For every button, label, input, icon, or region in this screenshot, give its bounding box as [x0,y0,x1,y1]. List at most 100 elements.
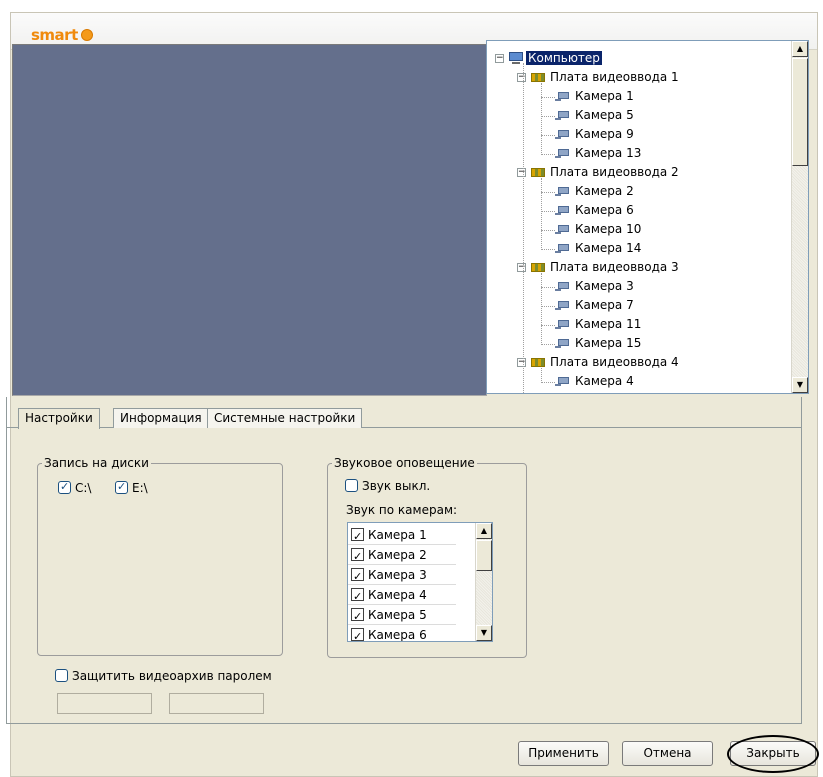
tree-node-label: Камера 9 [575,127,634,141]
camera-icon [555,225,570,234]
camera-icon [555,149,570,158]
tree-node-label: Камера 4 [575,374,634,388]
tree-connector [541,192,555,193]
tree-collapse-icon[interactable]: − [495,54,504,63]
tree-node-label: Плата видеоввода 2 [550,165,679,179]
camera-sound-item[interactable]: Камера 3 [351,565,427,587]
video-board-icon [531,263,545,272]
per-camera-label: Звук по камерам: [346,503,458,517]
tree-node-label: Камера 5 [575,108,634,122]
app-logo: smart [31,26,93,44]
tree-node-label: Камера 15 [575,336,642,350]
tree-node-camera[interactable]: Камера 3 [555,277,636,296]
camera-icon [555,320,570,329]
tree-connector [541,116,555,117]
device-tree[interactable]: − Компьютер − Плата видеоввода 1 Камера 1 Кам… [486,40,809,394]
checkbox-icon[interactable] [345,479,358,492]
tree-node-camera[interactable]: Камера 4 [555,372,636,391]
checkbox-icon[interactable] [351,527,364,547]
checkbox-icon[interactable] [351,547,364,567]
checkbox-icon[interactable] [58,479,71,495]
tree-node-camera[interactable]: Камера 11 [555,315,643,334]
highlight-ellipse [727,735,819,773]
checkbox-icon[interactable] [351,607,364,627]
tree-node-label: Камера 13 [575,146,642,160]
tree-node-board[interactable]: Плата видеоввода 1 [531,68,681,87]
apply-button[interactable]: Применить [518,741,609,766]
tree-scrollbar[interactable]: ▲ ▼ [791,41,808,393]
tree-connector [541,287,555,288]
tree-node-board[interactable]: Плата видеоввода 3 [531,258,681,277]
tree-collapse-icon[interactable]: − [517,73,526,82]
tree-node-label: Компьютер [526,51,602,65]
scroll-down-icon[interactable]: ▼ [476,625,492,641]
camera-sound-item[interactable]: Камера 6 [351,625,427,642]
scroll-up-icon[interactable]: ▲ [792,41,808,57]
drive-e-checkbox[interactable]: E:\ [115,479,148,496]
checkbox-icon[interactable] [115,479,128,495]
tree-node-camera[interactable]: Камера 7 [555,296,636,315]
camera-icon [555,187,570,196]
tree-node-camera[interactable]: Камера 14 [555,239,643,258]
tree-connector [541,178,542,250]
computer-icon [509,52,523,64]
tab-settings[interactable]: Настройки [18,408,100,429]
tab-info[interactable]: Информация [113,408,209,428]
drive-c-checkbox[interactable]: C:\ [58,479,91,496]
video-board-icon [531,168,545,177]
camera-sound-list[interactable]: Камера 1 Камера 2 Камера 3 Камера 4 Камера 5… [347,522,493,642]
camera-icon [555,130,570,139]
tree-connector [541,368,542,383]
list-scrollbar[interactable]: ▲ ▼ [475,523,492,641]
scroll-down-icon[interactable]: ▼ [792,377,808,393]
video-board-icon [531,73,545,82]
camera-sound-label: Камера 6 [368,628,427,642]
tree-node-camera[interactable]: Камера 2 [555,182,636,201]
tree-node-camera[interactable]: Камера 10 [555,220,643,239]
tree-node-label: Камера 10 [575,222,642,236]
scroll-up-icon[interactable]: ▲ [476,523,492,539]
tree-node-board[interactable]: Плата видеоввода 4 [531,353,681,372]
sound-group-title: Звуковое оповещение [332,456,477,470]
logo-mark-icon [80,29,93,41]
camera-sound-label: Камера 4 [368,588,427,602]
tree-node-camera[interactable]: Камера 1 [555,87,636,106]
tree-node-camera[interactable]: Камера 13 [555,144,643,163]
camera-sound-item[interactable]: Камера 2 [351,545,427,567]
tree-collapse-icon[interactable]: − [517,168,526,177]
checkbox-icon[interactable] [351,567,364,587]
tree-node-camera[interactable]: Камера 15 [555,334,643,353]
camera-sound-item[interactable]: Камера 1 [351,525,427,547]
tree-node-label: Плата видеоввода 3 [550,260,679,274]
tree-collapse-icon[interactable]: − [517,358,526,367]
checkbox-icon[interactable] [351,587,364,607]
cancel-button[interactable]: Отмена [622,741,713,766]
tree-content: − Компьютер − Плата видеоввода 1 Камера 1 Кам… [487,41,787,393]
scroll-thumb[interactable] [476,540,492,571]
tree-node-label: Камера 11 [575,317,642,331]
tree-node-camera[interactable]: Камера 9 [555,125,636,144]
tree-node-board[interactable]: Плата видеоввода 2 [531,163,681,182]
checkbox-icon[interactable] [55,669,68,682]
tree-node-camera[interactable]: Камера 6 [555,201,636,220]
scroll-thumb[interactable] [792,58,808,166]
checkbox-icon[interactable] [351,627,364,641]
tab-system-settings[interactable]: Системные настройки [207,408,363,428]
tree-connector [541,154,555,155]
protect-archive-checkbox[interactable]: Защитить видеоархив паролем [55,668,272,684]
camera-icon [555,92,570,101]
mute-checkbox[interactable]: Звук выкл. [345,478,430,494]
disks-group-title: Запись на диски [42,456,151,470]
camera-sound-label: Камера 5 [368,608,427,622]
video-preview[interactable] [12,44,487,396]
tree-connector [541,83,542,155]
camera-sound-label: Камера 2 [368,548,427,562]
camera-sound-item[interactable]: Камера 5 [351,605,427,627]
video-board-icon [531,358,545,367]
tree-connector [541,306,555,307]
camera-sound-label: Камера 1 [368,528,427,542]
tree-node-camera[interactable]: Камера 5 [555,106,636,125]
tree-connector [541,211,555,212]
tree-collapse-icon[interactable]: − [517,263,526,272]
camera-sound-item[interactable]: Камера 4 [351,585,427,607]
